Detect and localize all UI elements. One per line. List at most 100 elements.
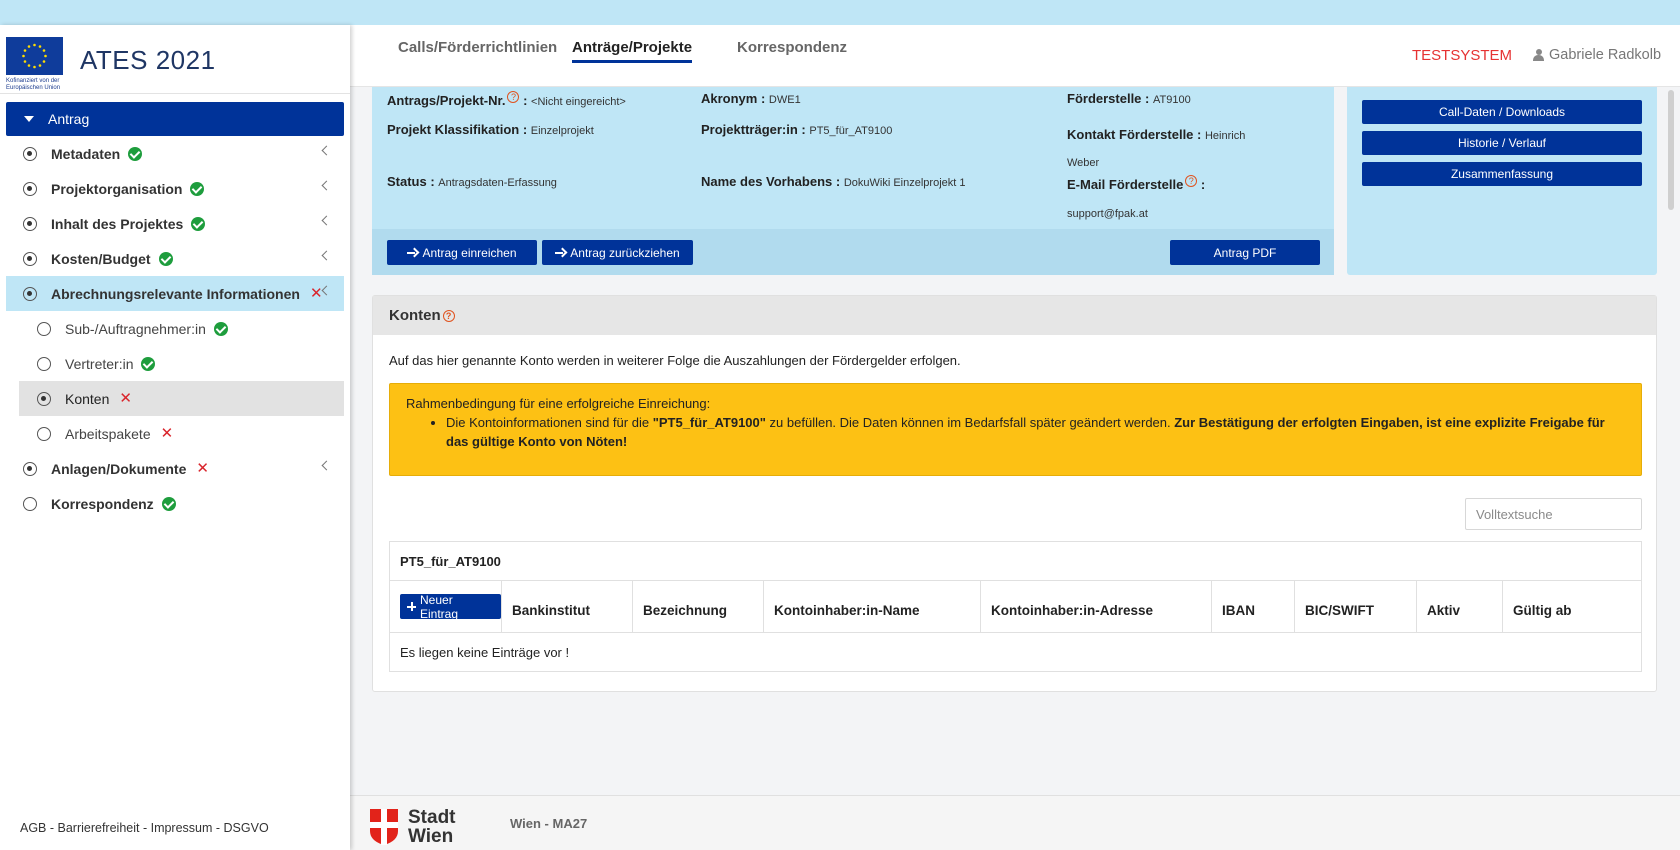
nav-item-label: Arbeitspakete bbox=[65, 425, 151, 442]
top-strip bbox=[0, 0, 1680, 25]
field-value: Heinrich bbox=[1204, 130, 1246, 142]
divider bbox=[0, 93, 350, 94]
nav-item-konten[interactable]: Konten ✕ bbox=[19, 381, 344, 416]
summary-button[interactable]: Zusammenfassung bbox=[1362, 162, 1642, 186]
check-icon bbox=[161, 496, 176, 511]
nav-item-subauftragnehmer[interactable]: Sub-/Auftragnehmer:in bbox=[6, 311, 344, 346]
chevron-left-icon bbox=[321, 180, 332, 191]
check-icon bbox=[141, 356, 156, 371]
plus-icon bbox=[407, 602, 416, 611]
field-value: Antragsdaten-Erfassung bbox=[438, 177, 557, 189]
nav-item-kosten[interactable]: Kosten/Budget bbox=[6, 241, 344, 276]
nav-item-abrechnung[interactable]: Abrechnungsrelevante Informationen ✕ bbox=[6, 276, 344, 311]
sidebar-footer-links[interactable]: AGB - Barrierefreiheit - Impressum - DSG… bbox=[20, 821, 269, 835]
nav-item-label: Sub-/Auftragnehmer:in bbox=[65, 320, 206, 337]
help-icon[interactable]: ? bbox=[1185, 175, 1198, 187]
field-status: Status : Antragsdaten-Erfassung bbox=[387, 174, 557, 189]
column-header[interactable]: Bezeichnung bbox=[633, 581, 764, 632]
field-akronym: Akronym : DWE1 bbox=[701, 91, 801, 106]
table-header-actions: Neuer Eintrag bbox=[390, 581, 502, 632]
card-title: Konten bbox=[389, 307, 441, 324]
arrow-right-icon bbox=[555, 248, 566, 258]
radio-icon bbox=[37, 426, 51, 441]
column-header[interactable]: Bankinstitut bbox=[502, 581, 633, 632]
brand: Kofinanziert von der Europäischen Union … bbox=[6, 31, 346, 93]
nav-item-arbeitspakete[interactable]: Arbeitspakete ✕ bbox=[6, 416, 344, 451]
info-actions-bar: Antrag einreichen Antrag zurückziehen An… bbox=[372, 229, 1334, 275]
field-label: E-Mail Förderstelle bbox=[1067, 177, 1184, 192]
history-button[interactable]: Historie / Verlauf bbox=[1362, 131, 1642, 155]
arrow-right-icon bbox=[407, 248, 418, 258]
field-value: PT5_für_AT9100 bbox=[809, 125, 893, 137]
wien-logo-text: Stadt Wien bbox=[408, 808, 456, 846]
column-header[interactable]: Gültig ab bbox=[1503, 581, 1641, 632]
logo-line: Stadt bbox=[408, 807, 456, 828]
column-header[interactable]: IBAN bbox=[1212, 581, 1295, 632]
footer-org: Wien - MA27 bbox=[510, 816, 588, 831]
requirement-alert: Rahmenbedingung für eine erfolgreiche Ei… bbox=[389, 383, 1642, 476]
alert-text: zu befüllen. Die Daten können im Bedarfs… bbox=[765, 415, 1175, 430]
field-value: DWE1 bbox=[768, 94, 801, 106]
testsystem-label: TESTSYSTEM bbox=[1412, 47, 1513, 64]
tab-korrespondenz[interactable]: Korrespondenz bbox=[737, 39, 847, 60]
sidebar-nav: Antrag Metadaten Projektorganisation Inh… bbox=[6, 102, 344, 521]
field-value: AT9100 bbox=[1152, 94, 1191, 106]
field-kontakt: Kontakt Förderstelle : Heinrich Weber bbox=[1067, 122, 1245, 176]
eu-caption: Kofinanziert von der Europäischen Union bbox=[6, 78, 61, 91]
radio-icon bbox=[23, 251, 37, 266]
column-header[interactable]: Kontoinhaber:in-Adresse bbox=[981, 581, 1212, 632]
field-email: E-Mail Förderstelle? : support@fpak.at bbox=[1067, 175, 1206, 220]
page-footer: Stadt Wien Wien - MA27 bbox=[350, 795, 1680, 850]
withdraw-application-button[interactable]: Antrag zurückziehen bbox=[542, 240, 693, 265]
button-label: Antrag zurückziehen bbox=[570, 245, 680, 260]
help-icon[interactable]: ? bbox=[507, 91, 520, 103]
field-label: Akronym : bbox=[701, 91, 766, 106]
accounts-table: PT5_für_AT9100 Neuer Eintrag Bankinstitu… bbox=[389, 541, 1642, 672]
konten-intro: Auf das hier genannte Konto werden in we… bbox=[389, 353, 961, 368]
button-label: Antrag einreichen bbox=[422, 245, 517, 260]
alert-list: Die Kontoinformationen sind für die "PT5… bbox=[446, 413, 1625, 451]
field-label: Förderstelle : bbox=[1067, 91, 1150, 106]
nav-item-label: Metadaten bbox=[51, 145, 121, 162]
nav-item-projektorganisation[interactable]: Projektorganisation bbox=[6, 171, 344, 206]
side-actions-panel: Call-Daten / Downloads Historie / Verlau… bbox=[1347, 87, 1657, 275]
logo-line: Wien bbox=[408, 826, 454, 847]
nav-item-anlagen[interactable]: Anlagen/Dokumente ✕ bbox=[6, 451, 344, 486]
nav-item-label: Konten bbox=[65, 390, 110, 407]
tab-calls[interactable]: Calls/Förderrichtlinien bbox=[398, 39, 557, 60]
field-value: support@fpak.at bbox=[1067, 208, 1148, 220]
fulltext-search-input[interactable] bbox=[1465, 498, 1642, 530]
help-icon[interactable]: ? bbox=[442, 309, 455, 322]
field-value: Einzelprojekt bbox=[530, 125, 594, 137]
nav-item-label: Projektorganisation bbox=[51, 180, 183, 197]
column-header[interactable]: BIC/SWIFT bbox=[1295, 581, 1417, 632]
scrollbar[interactable] bbox=[1668, 90, 1674, 210]
call-data-downloads-button[interactable]: Call-Daten / Downloads bbox=[1362, 100, 1642, 124]
stadt-wien-logo[interactable]: Stadt Wien bbox=[370, 808, 456, 846]
field-label: Projektträger:in : bbox=[701, 122, 806, 137]
check-icon bbox=[213, 321, 228, 336]
nav-item-vertreter[interactable]: Vertreter:in bbox=[6, 346, 344, 381]
check-icon bbox=[191, 216, 206, 231]
nav-section-antrag[interactable]: Antrag bbox=[6, 102, 344, 136]
user-name: Gabriele Radkolb bbox=[1549, 47, 1662, 63]
user-menu[interactable]: Gabriele Radkolb bbox=[1533, 47, 1661, 63]
nav-item-metadaten[interactable]: Metadaten bbox=[6, 136, 344, 171]
field-label: Kontakt Förderstelle : bbox=[1067, 127, 1202, 142]
tab-antraege[interactable]: Anträge/Projekte bbox=[572, 39, 693, 63]
application-pdf-button[interactable]: Antrag PDF bbox=[1170, 240, 1320, 265]
column-header[interactable]: Aktiv bbox=[1417, 581, 1503, 632]
nav-item-label: Inhalt des Projektes bbox=[51, 215, 184, 232]
error-x-icon: ✕ bbox=[309, 285, 323, 302]
check-icon bbox=[158, 251, 173, 266]
project-info-panel: Antrags/Projekt-Nr.? : <Nicht eingereich… bbox=[372, 87, 1334, 275]
nav-item-inhalt[interactable]: Inhalt des Projektes bbox=[6, 206, 344, 241]
new-entry-button[interactable]: Neuer Eintrag bbox=[400, 593, 501, 621]
nav-item-korrespondenz[interactable]: Korrespondenz bbox=[6, 486, 344, 521]
chevron-left-icon bbox=[321, 215, 332, 226]
submit-application-button[interactable]: Antrag einreichen bbox=[387, 240, 537, 265]
column-header[interactable]: Kontoinhaber:in-Name bbox=[764, 581, 981, 632]
chevron-down-icon bbox=[321, 285, 332, 296]
chevron-left-icon bbox=[321, 250, 332, 261]
field-label: Projekt Klassifikation : bbox=[387, 122, 528, 137]
